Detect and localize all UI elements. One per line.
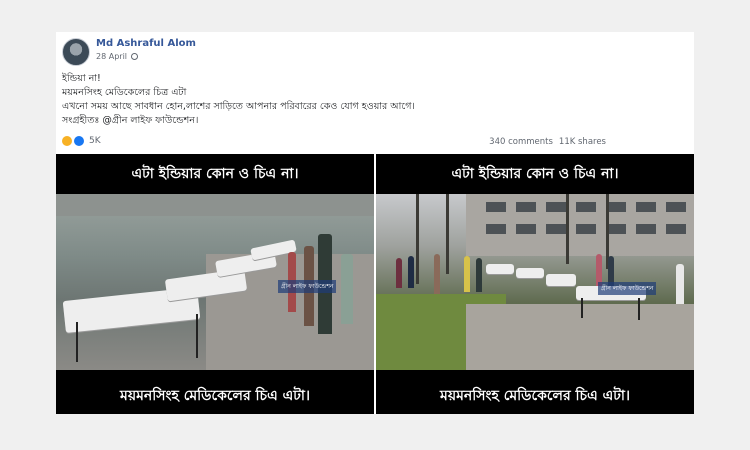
post-image-right[interactable]: এটা ইন্ডিয়ার কোন ও চিএ না। গ্রীন লাইফ ফ… <box>376 154 694 414</box>
image-caption-top: এটা ইন্ডিয়ার কোন ও চিএ না। <box>131 166 299 182</box>
image-watermark: গ্রীন লাইফ ফাউন্ডেশন <box>278 280 337 293</box>
sad-icon <box>62 136 72 146</box>
reaction-count: 5K <box>89 136 101 146</box>
globe-icon <box>131 53 139 60</box>
image-caption-bottom: ময়মনসিংহ মেডিকেলের চিএ এটা। <box>120 388 310 404</box>
post-image-left[interactable]: এটা ইন্ডিয়ার কোন ও চিএ না। গ্রীন লাইফ ফ… <box>56 154 374 414</box>
facebook-post-card: Md Ashraful Alom 28 April ইন্ডিয়া না! ম… <box>56 32 694 414</box>
post-line: এখনো সময় আছে সাবধান হোন,লাশের সাড়িতে আ… <box>62 101 415 112</box>
post-date[interactable]: 28 April <box>96 52 127 61</box>
post-images: এটা ইন্ডিয়ার কোন ও চিএ না। গ্রীন লাইফ ফ… <box>56 154 694 414</box>
post-line: ময়মনসিংহ মেডিকেলের চিত্র এটা <box>62 87 187 98</box>
image-caption-top: এটা ইন্ডিয়ার কোন ও চিএ না। <box>451 166 619 182</box>
comments-count[interactable]: 340 comments <box>489 137 553 147</box>
post-line: সংগ্রহীতঃ @গ্রীন লাইফ ফাউন্ডেশন। <box>62 115 199 126</box>
post-line: ইন্ডিয়া না! <box>62 73 101 84</box>
shares-count[interactable]: 11K shares <box>559 137 606 147</box>
author-avatar[interactable] <box>62 38 90 66</box>
image-watermark: গ্রীন লাইফ ফাউন্ডেশন <box>598 282 657 295</box>
image-caption-bottom: ময়মনসিংহ মেডিকেলের চিএ এটা। <box>440 388 630 404</box>
author-name[interactable]: Md Ashraful Alom <box>96 38 196 49</box>
hospital-courtyard-photo: গ্রীন লাইফ ফাউন্ডেশন <box>376 194 694 370</box>
reactions-summary[interactable]: 5K <box>62 136 101 146</box>
post-meta: 28 April <box>96 52 139 61</box>
like-icon <box>74 136 84 146</box>
post-stats: 340 comments 11K shares <box>489 137 606 147</box>
post-text: ইন্ডিয়া না! ময়মনসিংহ মেডিকেলের চিত্র এ… <box>62 72 682 128</box>
hospital-corridor-photo: গ্রীন লাইফ ফাউন্ডেশন <box>56 194 374 370</box>
